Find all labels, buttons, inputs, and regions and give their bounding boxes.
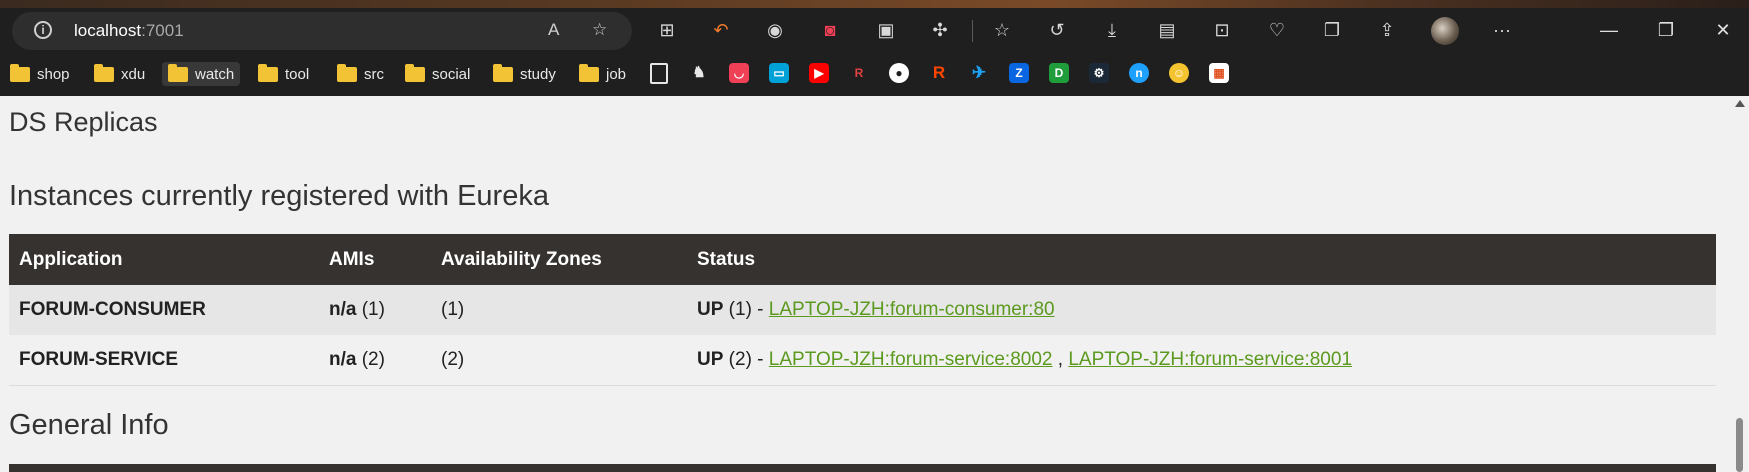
bilibili-bookmark-icon[interactable]: ▭ <box>769 63 789 83</box>
table-row: FORUM-SERVICE n/a (2) (2) UP (2) - LAPTO… <box>9 335 1716 386</box>
r-bookmark-icon[interactable]: R <box>929 63 949 83</box>
bookmark-folder-tool[interactable]: tool <box>258 62 309 86</box>
owl-extension-icon[interactable]: ▣ <box>874 18 898 42</box>
table-row: FORUM-CONSUMER n/a (1) (1) UP (1) - LAPT… <box>9 285 1716 335</box>
instances-heading: Instances currently registered with Eure… <box>9 180 549 212</box>
general-info-table-header <box>9 464 1716 472</box>
smile-bookmark-icon[interactable]: ☺ <box>1169 63 1189 83</box>
window-titlebar-strip <box>0 0 1749 8</box>
pocket-extension-icon[interactable]: ◙ <box>818 18 842 42</box>
application-name: FORUM-CONSUMER <box>9 285 319 335</box>
folder-icon <box>493 63 513 82</box>
header-application: Application <box>9 234 319 285</box>
apps-icon[interactable]: ⊡ <box>1210 18 1234 42</box>
zones-cell: (2) <box>431 335 687 386</box>
profile-avatar[interactable] <box>1431 17 1459 45</box>
youtube-bookmark-icon[interactable]: ▶ <box>809 63 829 83</box>
status-cell: UP (2) - LAPTOP-JZH:forum-service:8002 ,… <box>687 335 1716 386</box>
browser-chrome: i localhost:7001 A ☆ ⊞ ↶ ◉ ◙ ▣ ✣ ☆ ↺ ⤓ ▤… <box>0 0 1749 96</box>
twitter-bookmark-icon[interactable]: ✈ <box>969 63 989 83</box>
favorites-icon[interactable]: ☆ <box>990 18 1014 42</box>
history-icon[interactable]: ↺ <box>1045 18 1069 42</box>
math-solver-icon[interactable]: ▤ <box>1155 18 1179 42</box>
add-tab-icon[interactable]: ⊞ <box>655 18 679 42</box>
general-info-heading: General Info <box>9 409 169 441</box>
bookmark-folder-shop[interactable]: shop <box>10 62 70 86</box>
undo-extension-icon[interactable]: ↶ <box>709 18 733 42</box>
folder-icon <box>337 63 357 82</box>
calendar-bookmark-icon[interactable]: ▦ <box>1209 63 1229 83</box>
restore-icon[interactable]: ❐ <box>1651 18 1681 42</box>
zones-cell: (1) <box>431 285 687 335</box>
folder-icon <box>405 63 425 82</box>
close-icon[interactable]: ✕ <box>1708 18 1738 42</box>
header-amis: AMIs <box>319 234 431 285</box>
application-name: FORUM-SERVICE <box>9 335 319 386</box>
performance-icon[interactable]: ♡ <box>1265 18 1289 42</box>
header-status: Status <box>687 234 1716 285</box>
bookmark-folder-job[interactable]: job <box>579 62 626 86</box>
site-info-icon[interactable]: i <box>34 21 52 39</box>
status-cell: UP (1) - LAPTOP-JZH:forum-consumer:80 <box>687 285 1716 335</box>
bookmark-folder-xdu[interactable]: xdu <box>94 62 145 86</box>
scrollbar-thumb[interactable] <box>1736 418 1743 472</box>
scroll-up-arrow-icon[interactable] <box>1735 100 1745 107</box>
zhihu-bookmark-icon[interactable]: Z <box>1009 63 1029 83</box>
folder-icon <box>258 63 278 82</box>
add-favorite-icon[interactable]: ☆ <box>592 20 607 40</box>
glasses-extension-icon[interactable]: ◉ <box>763 18 787 42</box>
red-logo-bookmark-icon[interactable]: R <box>849 63 869 83</box>
table-header-row: Application AMIs Availability Zones Stat… <box>9 234 1716 285</box>
extensions-icon[interactable]: ✣ <box>928 18 952 42</box>
downloads-icon[interactable]: ⤓ <box>1100 18 1124 42</box>
folder-icon <box>10 63 30 82</box>
scrollbar[interactable] <box>1729 96 1749 472</box>
douban-bookmark-icon[interactable]: D <box>1049 63 1069 83</box>
bookmark-folder-study[interactable]: study <box>493 62 556 86</box>
bookmark-folder-src[interactable]: src <box>337 62 384 86</box>
steam-bookmark-icon[interactable]: ⚙ <box>1089 63 1109 83</box>
github-bookmark-icon[interactable]: ● <box>889 63 909 83</box>
instance-link[interactable]: LAPTOP-JZH:forum-service:8002 <box>769 349 1053 370</box>
instance-link[interactable]: LAPTOP-JZH:forum-service:8001 <box>1068 349 1352 370</box>
instance-link[interactable]: LAPTOP-JZH:forum-consumer:80 <box>769 299 1055 320</box>
minimize-icon[interactable]: — <box>1594 18 1624 42</box>
folder-icon <box>579 63 599 82</box>
collections-icon[interactable]: ❐ <box>1320 18 1344 42</box>
instances-table: Application AMIs Availability Zones Stat… <box>9 234 1716 386</box>
read-aloud-icon[interactable]: A <box>548 20 559 40</box>
n-bookmark-icon[interactable]: n <box>1129 63 1149 83</box>
address-bar[interactable]: i localhost:7001 A ☆ <box>12 12 632 50</box>
header-availability-zones: Availability Zones <box>431 234 687 285</box>
more-menu-icon[interactable]: ··· <box>1490 18 1514 42</box>
page-bookmark-icon[interactable] <box>650 63 668 84</box>
url-text[interactable]: localhost:7001 <box>74 21 184 41</box>
ami-cell: n/a (1) <box>319 285 431 335</box>
folder-icon <box>168 63 188 82</box>
ami-cell: n/a (2) <box>319 335 431 386</box>
animal-bookmark-icon[interactable]: ♞ <box>689 63 709 83</box>
pocket-bookmark-icon[interactable]: ◡ <box>729 63 749 83</box>
bookmark-folder-social[interactable]: social <box>405 62 470 86</box>
bookmark-folder-watch[interactable]: watch <box>162 62 241 86</box>
ds-replicas-heading: DS Replicas <box>9 107 158 137</box>
folder-icon <box>94 63 114 82</box>
toolbar-divider <box>972 20 973 42</box>
share-icon[interactable]: ⇪ <box>1375 18 1399 42</box>
